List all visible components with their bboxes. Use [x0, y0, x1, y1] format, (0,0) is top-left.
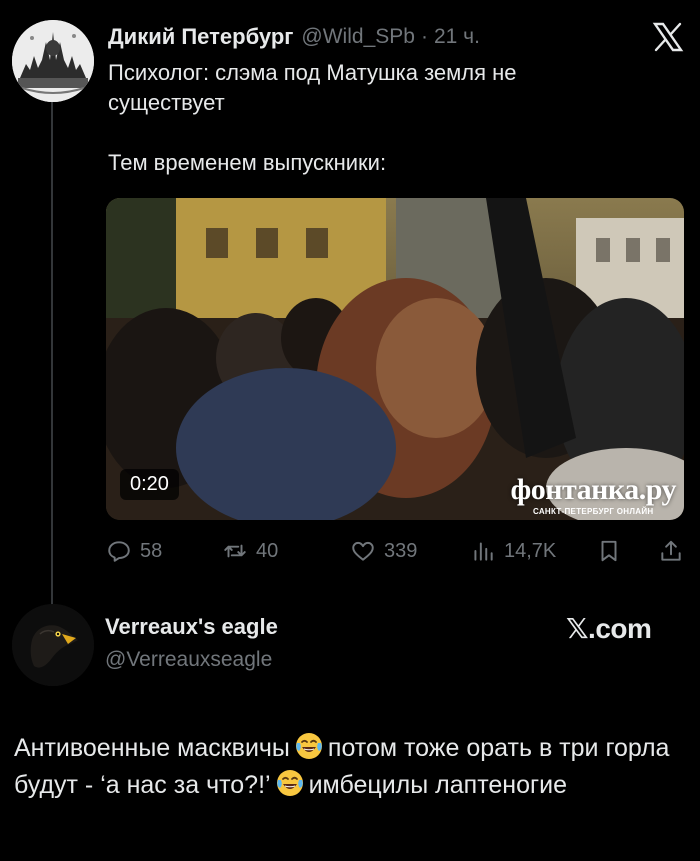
reply-button[interactable]: 58 — [106, 536, 162, 566]
author-name[interactable]: Дикий Петербург — [108, 24, 293, 50]
bookmark-icon — [601, 540, 617, 562]
tweet-text: Психолог: слэма под Матушка земля не сущ… — [108, 58, 668, 178]
tweet-text-line: Тем временем выпускники: — [108, 150, 387, 175]
share-button[interactable] — [658, 536, 684, 566]
card-header: Verreaux's eagle — [105, 614, 278, 640]
bookmark-button[interactable] — [596, 536, 622, 566]
watermark-caption: САНКТ-ПЕТЕРБУРГ ОНЛАЙН — [532, 507, 654, 516]
author-handle[interactable]: @Wild_SPb — [301, 25, 415, 49]
like-button[interactable]: 339 — [350, 536, 417, 566]
watermark-logo: фонтанка.ру — [510, 473, 676, 506]
card-text-part: Антивоенные масквичы — [14, 734, 290, 762]
tweet-action-bar: 58 40 339 14,7K — [106, 536, 686, 566]
like-count: 339 — [384, 539, 418, 562]
views-count: 14,7K — [504, 539, 557, 562]
laughing-crying-emoji-icon — [276, 770, 303, 796]
video-thumbnail — [106, 198, 684, 520]
video-player[interactable]: 0:20 фонтанка.ру САНКТ-ПЕТЕРБУРГ ОНЛАЙН — [106, 198, 684, 520]
x-logo-icon — [652, 22, 684, 52]
card-author-name[interactable]: Verreaux's eagle — [105, 614, 278, 639]
card-author-handle[interactable]: @Verreauxseagle — [105, 648, 272, 672]
source-watermark: фонтанка.ру САНКТ-ПЕТЕРБУРГ ОНЛАЙН — [510, 473, 676, 517]
card-text: Антивоенные масквичы потом тоже орать в … — [14, 730, 686, 804]
xcom-brand-label: 𝕏.com — [566, 613, 652, 644]
like-icon — [352, 541, 374, 561]
video-duration-badge: 0:20 — [120, 469, 179, 500]
share-icon — [661, 540, 681, 561]
tweet-timestamp[interactable]: 21 ч. — [434, 25, 480, 49]
tweet-text-line: существует — [108, 90, 225, 115]
reply-count: 58 — [140, 539, 163, 562]
retweet-count: 40 — [256, 539, 279, 562]
retweet-icon — [224, 544, 246, 558]
tweet-text-line: Психолог: слэма под Матушка земля не — [108, 60, 517, 85]
tweet-header: Дикий Петербург @Wild_SPb · 21 ч. — [108, 22, 480, 52]
reply-icon — [108, 541, 130, 562]
card-author-avatar[interactable] — [12, 604, 94, 686]
retweet-button[interactable]: 40 — [222, 536, 278, 566]
views-icon — [474, 542, 493, 561]
laughing-crying-emoji-icon — [295, 733, 322, 759]
views-button[interactable]: 14,7K — [470, 536, 556, 566]
separator-dot: · — [420, 25, 428, 48]
thread-connector-line — [51, 100, 53, 610]
card-text-part: имбецилы лаптеногие — [308, 771, 567, 799]
author-avatar[interactable] — [12, 20, 94, 102]
